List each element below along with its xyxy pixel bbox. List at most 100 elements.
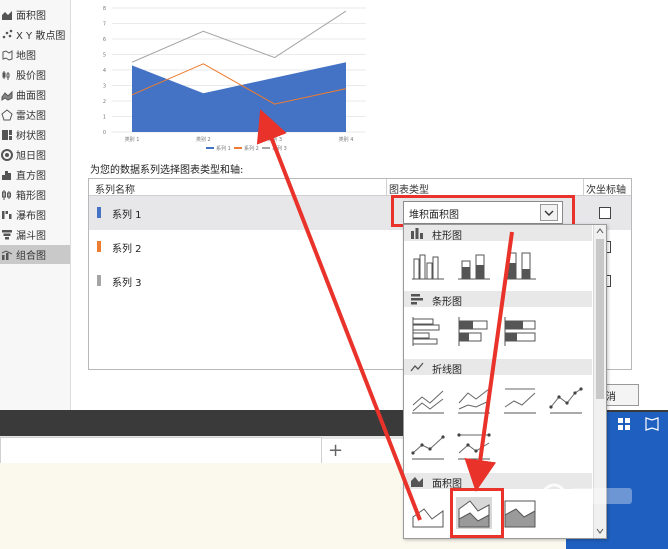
sheet-tab-bar[interactable] [0, 437, 322, 465]
nav-item[interactable]: X Y 散点图 [0, 25, 70, 44]
scroll-down-icon[interactable] [594, 525, 606, 537]
treemap-chart-icon [1, 129, 13, 141]
nav-item-label: X Y 散点图 [16, 31, 66, 42]
y-tick-label: 4 [103, 68, 106, 74]
nav-item-label: 树状图 [16, 131, 46, 142]
area-chart-icon [411, 477, 423, 487]
nav-item[interactable]: 箱形图 [0, 185, 70, 204]
group-label: 折线图 [432, 365, 462, 376]
nav-item[interactable]: 雷达图 [0, 105, 70, 124]
stacked-line-icon[interactable] [456, 383, 492, 415]
y-tick-label: 1 [103, 115, 106, 121]
nav-item[interactable]: 面积图 [0, 5, 70, 24]
series-name: 系列 1 [112, 210, 142, 221]
map-chart-icon [1, 49, 13, 61]
book-icon[interactable] [645, 417, 659, 431]
group-label: 条形图 [432, 297, 462, 308]
nav-item-label: 组合图 [16, 251, 46, 262]
nav-item[interactable]: 直方图 [0, 165, 70, 184]
x-tick-label: 类别 1 [125, 136, 140, 143]
add-sheet-icon[interactable]: + [328, 440, 343, 461]
percent-stacked-line-icon[interactable] [502, 383, 538, 415]
series-name: 系列 2 [112, 244, 142, 255]
nav-item-label: 曲面图 [16, 91, 46, 102]
stock-chart-icon [1, 69, 13, 81]
series-name: 系列 3 [112, 278, 142, 289]
nav-item[interactable]: 旭日图 [0, 145, 70, 164]
annotation-highlight-box [450, 488, 504, 538]
chart-type-nav: 面积图 X Y 散点图 地图股价图曲面图雷达图树状图旭日图直方图箱形图瀑布图漏斗图组… [0, 0, 71, 410]
grid-header: 系列名称 图表类型 次坐标轴 [89, 179, 631, 196]
scrollbar-thumb[interactable] [596, 239, 604, 399]
stacked-column-icon[interactable] [456, 249, 492, 281]
percent-stacked-bar-icon[interactable] [502, 315, 538, 347]
nav-item-label: 地图 [16, 51, 36, 62]
column-chart-icon [411, 228, 423, 239]
nav-item-label: 漏斗图 [16, 231, 46, 242]
nav-item[interactable]: 地图 [0, 45, 70, 64]
sunburst-chart-icon [1, 148, 13, 161]
clustered-bar-icon[interactable] [410, 315, 446, 347]
group-column: 柱形图 [404, 225, 592, 242]
line-with-markers-icon[interactable] [548, 383, 584, 415]
percent-stacked-column-icon[interactable] [502, 249, 538, 281]
surface-chart-icon [1, 89, 13, 101]
series-color-swatch [97, 241, 101, 252]
y-tick-label: 0 [103, 130, 106, 136]
nav-item[interactable]: 曲面图 [0, 85, 70, 104]
series-section-title: 为您的数据系列选择图表类型和轴: [90, 165, 244, 176]
nav-item-label: 瀑布图 [16, 211, 46, 222]
percent-stacked-line-with-markers-icon[interactable] [456, 429, 492, 461]
stacked-bar-icon[interactable] [456, 315, 492, 347]
nav-item[interactable]: 树状图 [0, 125, 70, 144]
nav-item-label: 股价图 [16, 71, 46, 82]
combo-chart-icon [1, 249, 13, 261]
area-icon[interactable] [410, 497, 446, 529]
nav-item[interactable]: 漏斗图 [0, 225, 70, 244]
waterfall-chart-icon [1, 209, 13, 221]
cancel-button-label: 消 [606, 392, 616, 403]
group-line: 折线图 [404, 359, 592, 376]
nav-item-label: 面积图 [16, 11, 46, 22]
header-chart-type: 图表类型 [389, 185, 429, 196]
header-secondary-axis: 次坐标轴 [586, 185, 626, 196]
scroll-up-icon[interactable] [594, 225, 606, 237]
legend-label: 系列 1 [216, 145, 231, 152]
series-color-swatch [97, 275, 101, 286]
chart-preview-svg: 0 1 2 3 4 5 6 7 8 类别 1 类别 2 类别 3 类别 4 系列 1 系列 2 系列 3 [103, 6, 366, 152]
nav-item-label: 雷达图 [16, 111, 46, 122]
annotation-highlight-box [391, 195, 575, 227]
nav-item[interactable]: 组合图 [0, 245, 70, 264]
legend-swatch [234, 147, 242, 149]
secondary-axis-checkbox[interactable] [599, 207, 611, 219]
x-tick-label: 类别 4 [339, 136, 354, 143]
stacked-line-with-markers-icon[interactable] [410, 429, 446, 461]
percent-stacked-area-icon[interactable] [502, 497, 538, 529]
nav-item-label: 箱形图 [16, 191, 46, 202]
x-tick-label: 类别 2 [196, 136, 211, 143]
box-whisker-chart-icon [1, 189, 13, 201]
y-tick-label: 2 [103, 99, 106, 105]
legend-label: 系列 3 [272, 145, 287, 152]
x-tick-label: 类别 3 [267, 136, 282, 143]
line-icon[interactable] [410, 383, 446, 415]
header-divider [386, 179, 387, 195]
y-tick-label: 8 [103, 6, 106, 12]
nav-item[interactable]: 瀑布图 [0, 205, 70, 224]
area-chart-icon [1, 9, 13, 21]
nav-item[interactable]: 股价图 [0, 65, 70, 84]
area-series-1 [132, 62, 346, 132]
bar-chart-icon [411, 294, 423, 305]
series-color-swatch [97, 207, 101, 218]
clustered-column-icon[interactable] [410, 249, 446, 281]
y-tick-label: 7 [103, 22, 106, 28]
scatter-chart-icon [1, 29, 13, 41]
nav-item-label: 直方图 [16, 171, 46, 182]
y-tick-label: 6 [103, 37, 106, 43]
y-tick-label: 5 [103, 53, 106, 59]
group-label: 柱形图 [432, 231, 462, 242]
group-bar: 条形图 [404, 291, 592, 308]
funnel-chart-icon [1, 229, 13, 241]
page-layout-icon[interactable] [618, 418, 630, 430]
combo-chart-preview: 0 1 2 3 4 5 6 7 8 类别 1 类别 2 类别 3 类别 4 系列 1 系列 2 系列 3 [88, 0, 370, 158]
